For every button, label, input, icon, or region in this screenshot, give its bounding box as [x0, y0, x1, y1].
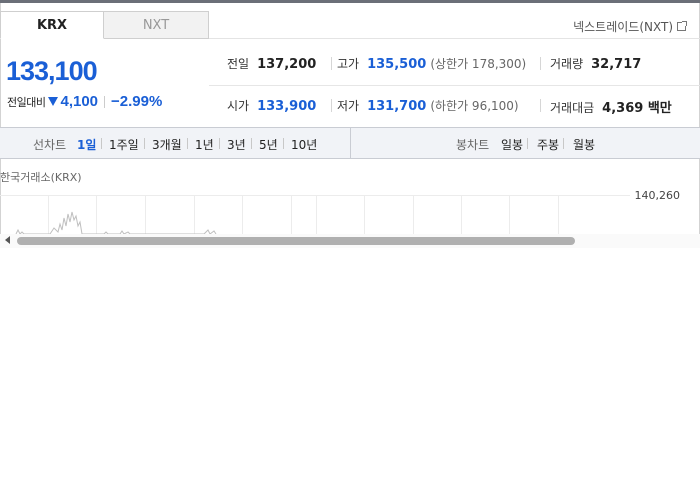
tab-krx[interactable]: KRX: [0, 11, 104, 39]
tab-divider: [209, 38, 700, 39]
change-percent: −2.99%: [111, 93, 163, 110]
info-volume: 거래량 32,717: [550, 55, 641, 72]
price-chart: [15, 196, 559, 234]
open-value: 133,900: [257, 99, 317, 114]
chart-vertical-grid: [48, 196, 559, 234]
info-high: 고가 135,500 (상한가 178,300): [337, 55, 526, 72]
info-separator: [331, 99, 332, 112]
y-axis-top-label: 140,260: [634, 189, 681, 202]
change-separator: [104, 95, 106, 108]
period-separator: [101, 138, 102, 149]
candle-monthly[interactable]: 월봉: [573, 136, 595, 153]
info-open: 시가 133,900: [227, 97, 316, 114]
period-10y[interactable]: 10년: [291, 136, 317, 153]
period-1w[interactable]: 1주일: [109, 136, 139, 153]
info-prev-close: 전일 137,200: [227, 55, 316, 72]
candle-chart-label: 봉차트: [456, 138, 490, 152]
candle-weekly[interactable]: 주봉: [537, 136, 559, 153]
period-3y[interactable]: 3년: [227, 136, 246, 153]
tab-nxt[interactable]: NXT: [104, 11, 209, 39]
line-chart-label: 선차트: [33, 138, 67, 152]
open-label: 시가: [227, 99, 250, 113]
nxt-link[interactable]: 넥스트레이드(NXT): [573, 18, 687, 35]
nxt-link-label: 넥스트레이드(NXT): [573, 20, 673, 34]
period-1y[interactable]: 1년: [195, 136, 214, 153]
info-separator: [540, 57, 541, 70]
period-3m[interactable]: 3개월: [152, 136, 182, 153]
down-triangle-icon: [48, 97, 59, 106]
change-label: 전일대비: [7, 95, 46, 109]
info-low: 저가 131,700 (하한가 96,100): [337, 97, 519, 114]
info-separator: [540, 99, 541, 112]
chart-price-line: [15, 211, 217, 234]
period-separator: [283, 138, 284, 149]
high-value: 135,500: [367, 57, 427, 72]
period-1d[interactable]: 1일: [77, 136, 96, 153]
chart-title: 한국거래소(KRX): [0, 171, 82, 184]
period-separator: [527, 138, 528, 149]
period-bar: 선차트 1일 1주일 3개월 1년 3년 5년 10년 봉차트 일봉 주봉 월봉: [0, 127, 700, 159]
high-label: 고가: [337, 57, 360, 71]
volume-value: 32,717: [591, 57, 642, 72]
info-trade-value: 거래대금 4,369 백만: [550, 97, 672, 116]
info-separator: [331, 57, 332, 70]
price-change-row: 전일대비 4,100 −2.99%: [7, 93, 162, 110]
period-separator: [219, 138, 220, 149]
prev-close-label: 전일: [227, 57, 250, 71]
low-label: 저가: [337, 99, 360, 113]
period-5y[interactable]: 5년: [259, 136, 278, 153]
scrollbar-thumb[interactable]: [17, 237, 575, 245]
low-value: 131,700: [367, 99, 427, 114]
external-link-icon: [677, 21, 687, 31]
period-separator: [251, 138, 252, 149]
period-bar-divider: [350, 128, 351, 158]
scroll-left-arrow-icon[interactable]: [5, 236, 10, 244]
volume-label: 거래량: [550, 57, 584, 71]
period-separator: [563, 138, 564, 149]
trade-value-label: 거래대금: [550, 101, 595, 115]
current-price: 133,100: [6, 56, 98, 86]
period-separator: [144, 138, 145, 149]
trade-value-value: 4,369 백만: [602, 101, 672, 116]
info-row-divider: [209, 85, 700, 86]
lower-limit: (하한가 96,100): [430, 99, 519, 113]
prev-close-value: 137,200: [257, 57, 317, 72]
candle-daily[interactable]: 일봉: [501, 136, 523, 153]
period-separator: [187, 138, 188, 149]
change-value: 4,100: [60, 93, 99, 110]
upper-limit: (상한가 178,300): [430, 57, 527, 71]
